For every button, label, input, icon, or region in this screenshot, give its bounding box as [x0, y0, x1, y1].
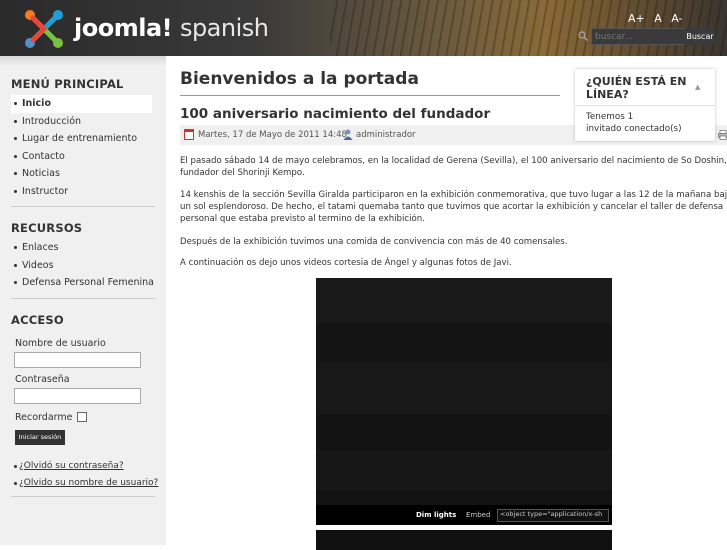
username-field[interactable] [14, 352, 141, 368]
username-label: Nombre de usuario [15, 338, 166, 349]
who-online-divider [575, 105, 715, 106]
menu-item-noticias[interactable]: Noticias [11, 165, 152, 183]
sidebar-top-shade [0, 56, 166, 66]
spacer [0, 299, 166, 313]
menu-item-videos[interactable]: Videos [11, 257, 152, 275]
who-online-module: ¿QUIÉN ESTÁ EN LÍNEA? ▲ Tenemos 1 invita… [575, 69, 715, 141]
collapse-icon[interactable]: ▲ [695, 83, 700, 91]
site-logo[interactable]: joomla! spanish [74, 14, 268, 42]
spacer [0, 66, 166, 77]
page-title: Bienvenidos a la portada [180, 69, 419, 89]
article-author: administrador [356, 130, 416, 140]
menu-item-defensa[interactable]: Defensa Personal Femenina [11, 274, 152, 292]
font-increase-button[interactable]: A+ [628, 12, 645, 25]
menu-item-contacto[interactable]: Contacto [11, 148, 152, 166]
title-divider [180, 95, 560, 96]
search-icon [578, 31, 588, 41]
article-paragraph: 14 kenshis de la sección Sevilla Giralda… [180, 189, 727, 225]
spacer [0, 327, 166, 338]
article-date: Martes, 17 de Mayo de 2011 14:48 [198, 130, 347, 140]
print-icon[interactable] [718, 130, 727, 140]
calendar-icon [184, 129, 194, 140]
resources-menu: Enlaces Videos Defensa Personal Femenina [11, 239, 152, 292]
left-sidebar: MENÚ PRINCIPAL Inicio Introducción Lugar… [0, 56, 166, 545]
search-button[interactable]: Buscar [685, 28, 715, 45]
who-online-title: ¿QUIÉN ESTÁ EN LÍNEA? [586, 75, 691, 101]
access-title: ACCESO [11, 313, 166, 327]
remember-label: Recordarme [15, 412, 72, 423]
password-field[interactable] [14, 388, 141, 404]
article-paragraph: El pasado sábado 14 de mayo celebramos, … [180, 155, 727, 179]
login-button[interactable]: Iniciar sesión [15, 430, 65, 445]
forgot-username-link[interactable]: ¿Olvido su nombre de usuario? [11, 476, 166, 490]
dim-lights-button[interactable]: Dim lights [416, 511, 456, 519]
menu-item-lugar[interactable]: Lugar de entrenamiento [11, 130, 152, 148]
video-player[interactable]: Dim lights Embed <object type="applicati… [316, 278, 612, 525]
who-online-count: Tenemos 1 [586, 112, 633, 122]
menu-item-inicio[interactable]: Inicio [11, 95, 152, 113]
forgot-password-link[interactable]: ¿Olvidó su contraseña? [11, 459, 166, 473]
who-online-guests: invitado conectado(s) [586, 124, 682, 134]
article-paragraph: Después de la exhibición tuvimos una com… [180, 236, 727, 248]
article-paragraph: A continuación os dejo unos videos corte… [180, 257, 727, 269]
logo-sub-text: spanish [180, 14, 269, 42]
font-default-button[interactable]: A [654, 12, 662, 25]
divider [11, 496, 155, 497]
user-icon [343, 129, 353, 140]
remember-checkbox[interactable] [77, 412, 87, 422]
video-player-2[interactable] [316, 530, 612, 550]
joomla-logo-icon [22, 7, 66, 51]
password-label: Contraseña [15, 374, 166, 385]
resources-title: RECURSOS [11, 221, 166, 235]
menu-item-enlaces[interactable]: Enlaces [11, 239, 152, 257]
main-menu-title: MENÚ PRINCIPAL [11, 77, 166, 91]
site-header: joomla! spanish A+ A A- Buscar [0, 0, 727, 56]
font-size-controls: A+ A A- [628, 12, 689, 25]
menu-item-introduccion[interactable]: Introducción [11, 113, 152, 131]
menu-item-instructor[interactable]: Instructor [11, 183, 152, 201]
remember-row: Recordarme [15, 412, 166, 423]
video-control-bar: Dim lights Embed <object type="applicati… [316, 505, 612, 525]
access-links: ¿Olvidó su contraseña? ¿Olvido su nombre… [11, 459, 166, 490]
embed-code-field[interactable]: <object type="application/x-sh [497, 509, 609, 522]
embed-label: Embed [466, 511, 490, 519]
font-decrease-button[interactable]: A- [671, 12, 682, 25]
spacer [0, 207, 166, 221]
search-input[interactable] [591, 28, 689, 45]
logo-main-text: joomla! [74, 14, 172, 42]
article-title[interactable]: 100 aniversario nacimiento del fundador [180, 106, 490, 122]
main-menu: Inicio Introducción Lugar de entrenamien… [11, 95, 152, 200]
